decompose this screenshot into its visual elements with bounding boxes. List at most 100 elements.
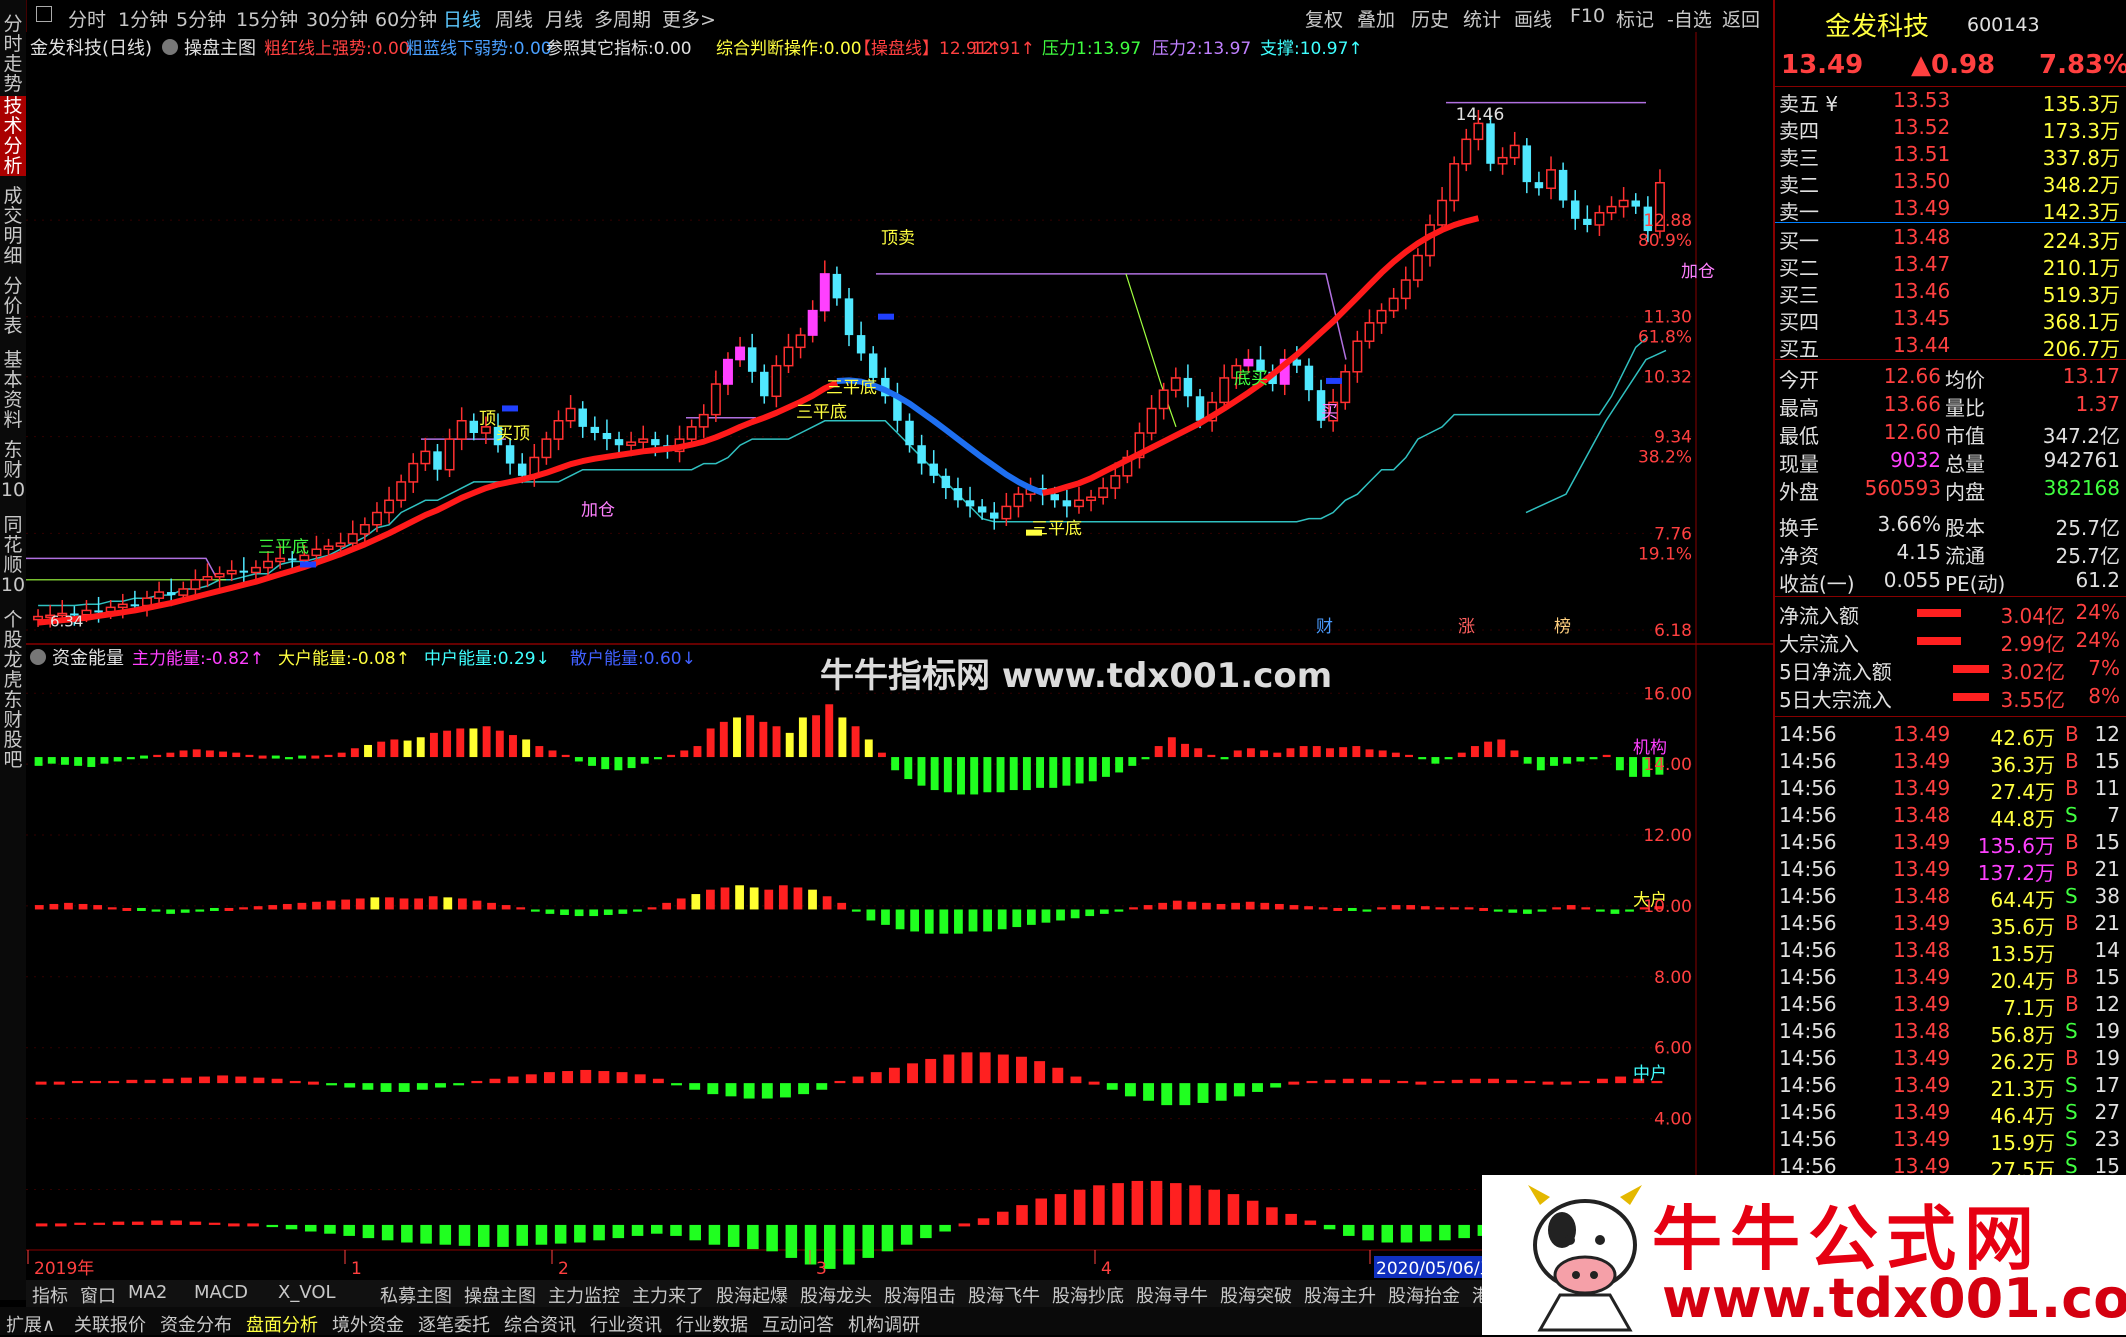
indicator-tab[interactable]: 主力监控: [548, 1282, 620, 1308]
period-tab-60min[interactable]: 60分钟: [375, 5, 437, 32]
tick-row[interactable]: 14:56 13.48 44.8万 S 7: [1775, 803, 2126, 831]
leftnav-ths10[interactable]: 同花顺10: [0, 515, 26, 595]
price-pct-tick: 19.1%: [1638, 544, 1692, 564]
tick-row[interactable]: 14:56 13.49 46.4万 S 27: [1775, 1100, 2126, 1128]
leftnav-fenshi[interactable]: 分时走势: [0, 14, 26, 94]
indicator-tab[interactable]: 股海龙头: [800, 1282, 872, 1308]
indicator-tab[interactable]: 股海主升: [1304, 1282, 1376, 1308]
extension-tab[interactable]: 行业数据: [676, 1311, 748, 1337]
tick-row[interactable]: 14:56 13.49 27.4万 B 11: [1775, 776, 2126, 804]
signal-annotation: 三平底: [1031, 519, 1082, 539]
toolbar-history-button[interactable]: 历史: [1411, 5, 1449, 32]
leftnav-dragon-tiger[interactable]: 个股龙虎: [0, 610, 26, 690]
tick-row[interactable]: 14:56 13.49 42.6万 B 12: [1775, 722, 2126, 750]
tick-row[interactable]: 14:56 13.49 135.6万 B 15: [1775, 830, 2126, 858]
indicator-tab[interactable]: 私募主图: [380, 1282, 452, 1308]
indicator-tab[interactable]: 窗口: [80, 1282, 116, 1308]
indicator-tab[interactable]: 主力来了: [632, 1282, 704, 1308]
period-tab-monthly[interactable]: 月线: [545, 5, 583, 32]
period-tab-15min[interactable]: 15分钟: [236, 5, 298, 32]
toolbar-overlay-button[interactable]: 叠加: [1357, 5, 1395, 32]
extension-tab[interactable]: 行业资讯: [590, 1311, 662, 1337]
indicator-tab[interactable]: 股海寻牛: [1136, 1282, 1208, 1308]
tick-row[interactable]: 14:56 13.49 20.4万 B 15: [1775, 965, 2126, 993]
indicator-tab[interactable]: MACD: [194, 1282, 248, 1303]
tick-row[interactable]: 14:56 13.49 7.1万 B 12: [1775, 992, 2126, 1020]
period-tab-daily[interactable]: 日线: [443, 5, 481, 32]
extension-tab[interactable]: 盘面分析: [246, 1311, 318, 1337]
extension-tab[interactable]: 境外资金: [332, 1311, 404, 1337]
extension-tab[interactable]: 扩展∧: [6, 1311, 55, 1337]
toolbar-f10-button[interactable]: F10: [1570, 5, 1605, 27]
signal-marker-icon: [502, 405, 518, 412]
tick-row[interactable]: 14:56 13.48 64.4万 S 38: [1775, 884, 2126, 912]
indicator-tab[interactable]: 股海抬金: [1388, 1282, 1460, 1308]
toolbar-box-icon[interactable]: [36, 6, 52, 22]
tick-row[interactable]: 14:56 13.48 13.5万 14: [1775, 938, 2126, 966]
sub-indicator-name[interactable]: 资金能量: [52, 648, 124, 669]
period-tab-30min[interactable]: 30分钟: [306, 5, 368, 32]
extension-tab[interactable]: 综合资讯: [504, 1311, 576, 1337]
indicator-tab[interactable]: 操盘主图: [464, 1282, 536, 1308]
indicator-tab[interactable]: 股海阻击: [884, 1282, 956, 1308]
indicator-tab[interactable]: X_VOL: [278, 1282, 336, 1303]
extension-tab[interactable]: 资金分布: [160, 1311, 232, 1337]
bid-row[interactable]: 买五 13.44 206.7万: [1775, 333, 2126, 361]
ask-row[interactable]: 卖一 13.49 142.3万: [1775, 196, 2126, 224]
period-tab-5min[interactable]: 5分钟: [176, 5, 226, 32]
stat-label: 量比: [1945, 396, 1985, 420]
candle-body: [1110, 475, 1121, 489]
bid-row[interactable]: 买一 13.48 224.3万: [1775, 225, 2126, 253]
period-tab-more[interactable]: 更多>: [662, 5, 716, 32]
tick-row[interactable]: 14:56 13.49 15.9万 S 23: [1775, 1127, 2126, 1155]
ad-banner[interactable]: 牛牛公式网 www.tdx001.com: [1482, 1175, 2126, 1335]
leftnav-tech-analysis[interactable]: 技术分析: [0, 96, 26, 176]
tick-row[interactable]: 14:56 13.49 21.3万 S 17: [1775, 1073, 2126, 1101]
toolbar-draw-button[interactable]: 画线: [1514, 5, 1552, 32]
leftnav-dongcai10[interactable]: 东财10: [0, 440, 26, 500]
bid-row[interactable]: 买二 13.47 210.1万: [1775, 252, 2126, 280]
tick-row[interactable]: 14:56 13.48 56.8万 S 19: [1775, 1019, 2126, 1047]
ask-row[interactable]: 卖五 ¥ 13.53 135.3万: [1775, 88, 2126, 116]
energy-bar: [924, 909, 934, 934]
extension-tab[interactable]: 机构调研: [848, 1311, 920, 1337]
bid-row[interactable]: 买三 13.46 519.3万: [1775, 279, 2126, 307]
extension-tab[interactable]: 关联报价: [74, 1311, 146, 1337]
main-header-label: 粗红线上强势:: [264, 39, 372, 59]
leftnav-price-table[interactable]: 分价表: [0, 276, 26, 336]
tick-row[interactable]: 14:56 13.49 35.6万 B 21: [1775, 911, 2126, 939]
ask-row[interactable]: 卖二 13.50 348.2万: [1775, 169, 2126, 197]
ask-row[interactable]: 卖三 13.51 337.8万: [1775, 142, 2126, 170]
extension-tab[interactable]: 互动问答: [762, 1311, 834, 1337]
tick-row[interactable]: 14:56 13.49 26.2万 B 19: [1775, 1046, 2126, 1074]
indicator-tab[interactable]: 股海突破: [1220, 1282, 1292, 1308]
indicator-tab[interactable]: 股海抄底: [1052, 1282, 1124, 1308]
tick-row[interactable]: 14:56 13.49 36.3万 B 15: [1775, 749, 2126, 777]
sub-indicator-menu-icon[interactable]: [30, 649, 46, 665]
bid-row[interactable]: 买四 13.45 368.1万: [1775, 306, 2126, 334]
toolbar-stats-button[interactable]: 统计: [1463, 5, 1501, 32]
period-tab-weekly[interactable]: 周线: [495, 5, 533, 32]
period-tab-fenshi[interactable]: 分时: [68, 5, 106, 32]
leftnav-guba[interactable]: 东财股吧: [0, 690, 26, 770]
indicator-tab[interactable]: 股海飞牛: [968, 1282, 1040, 1308]
toolbar-back-button[interactable]: 返回: [1722, 5, 1760, 32]
leftnav-trade-detail[interactable]: 成交明细: [0, 186, 26, 266]
tick-row[interactable]: 14:56 13.49 137.2万 B 21: [1775, 857, 2126, 885]
tick-count: 17: [2094, 1073, 2120, 1097]
indicator-tab[interactable]: 股海起爆: [716, 1282, 788, 1308]
toolbar-fuquan-button[interactable]: 复权: [1305, 5, 1343, 32]
indicator-tab[interactable]: 指标: [32, 1282, 68, 1308]
extension-tab[interactable]: 逐笔委托: [418, 1311, 490, 1337]
toolbar-watchlist-button[interactable]: -自选: [1667, 5, 1712, 32]
period-tab-1min[interactable]: 1分钟: [118, 5, 168, 32]
energy-bar: [1158, 902, 1168, 910]
period-tab-multi[interactable]: 多周期: [594, 5, 651, 32]
ask-row[interactable]: 卖四 13.52 173.3万: [1775, 115, 2126, 143]
leftnav-basic-info[interactable]: 基本资料: [0, 350, 26, 430]
indicator-tab[interactable]: MA2: [128, 1282, 167, 1303]
energy-bar: [851, 726, 860, 758]
indicator-menu-icon[interactable]: [162, 39, 178, 55]
toolbar-mark-button[interactable]: 标记: [1616, 5, 1654, 32]
main-indicator-name[interactable]: 操盘主图: [184, 38, 256, 59]
